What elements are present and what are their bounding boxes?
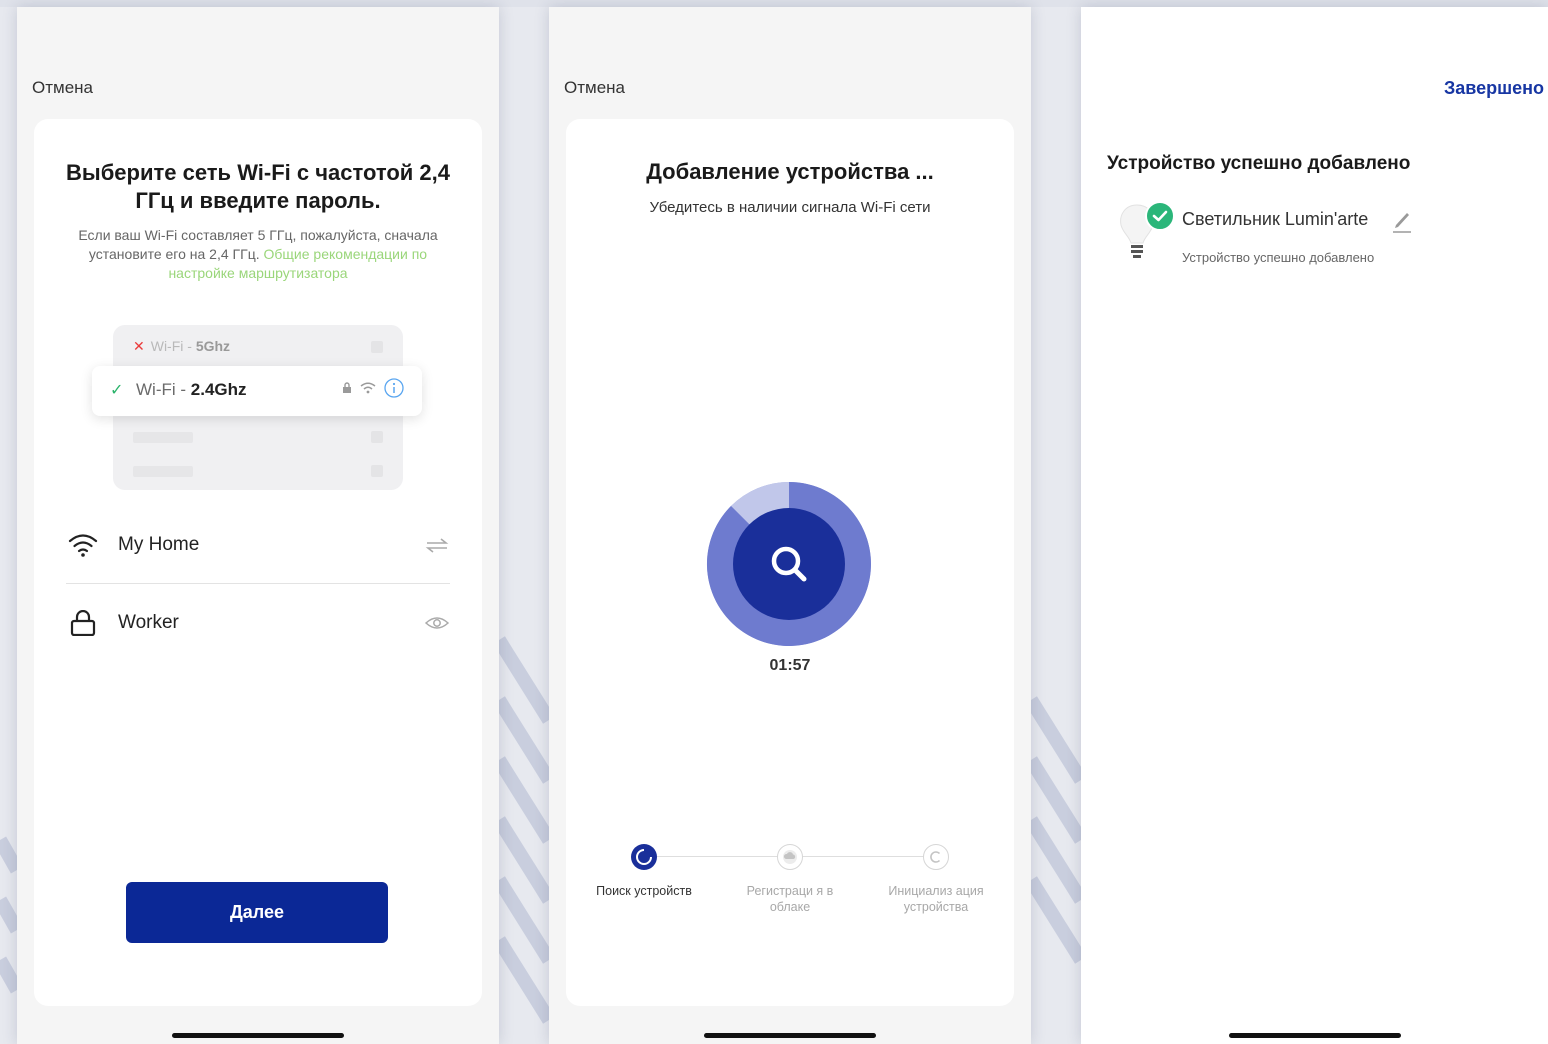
cancel-button[interactable]: Отмена bbox=[32, 78, 93, 98]
countdown-timer: 01:57 bbox=[769, 657, 811, 674]
page-title: Выберите сеть Wi-Fi с частотой 2,4 ГГц и… bbox=[66, 160, 450, 213]
wifi-24ghz-row: ✓ Wi-Fi - 2.4Ghz bbox=[92, 366, 422, 416]
cloud-icon bbox=[783, 850, 797, 864]
password-value: Worker bbox=[118, 612, 179, 633]
wifi-signal-icon bbox=[360, 382, 376, 394]
success-check-icon bbox=[1145, 201, 1175, 231]
cancel-button[interactable]: Отмена bbox=[564, 78, 625, 98]
placeholder-square bbox=[371, 465, 383, 477]
loading-icon bbox=[636, 849, 652, 865]
wifi-24ghz-prefix: Wi-Fi - bbox=[136, 380, 191, 399]
wifi-setup-card: Выберите сеть Wi-Fi с частотой 2,4 ГГц и… bbox=[34, 119, 482, 1006]
page-title: Добавление устройства ... bbox=[646, 159, 934, 184]
placeholder-bar bbox=[133, 432, 193, 443]
device-status: Устройство успешно добавлено bbox=[1182, 250, 1375, 265]
edit-icon[interactable] bbox=[1391, 208, 1413, 234]
wifi-24ghz-band: 2.4Ghz bbox=[190, 380, 247, 399]
init-icon bbox=[930, 851, 941, 863]
cross-icon: ✕ bbox=[133, 338, 145, 354]
network-icons bbox=[342, 378, 404, 398]
home-indicator bbox=[704, 1033, 876, 1038]
device-search-screen: Отмена Добавление устройства ... Убедите… bbox=[549, 7, 1031, 1044]
step-1-label: Поиск устройств bbox=[596, 884, 692, 898]
step-2-indicator bbox=[777, 844, 803, 870]
wifi-setup-screen: Отмена Выберите сеть Wi-Fi с частотой 2,… bbox=[17, 7, 499, 1044]
home-indicator bbox=[172, 1033, 344, 1038]
home-indicator bbox=[1228, 1033, 1401, 1038]
placeholder-square bbox=[371, 431, 383, 443]
search-spinner bbox=[706, 482, 871, 646]
info-icon bbox=[384, 378, 404, 398]
password-field[interactable]: Worker bbox=[66, 593, 450, 653]
wifi-hint: Убедитесь в наличии сигнала Wi-Fi сети bbox=[649, 199, 931, 216]
placeholder-square bbox=[371, 341, 383, 353]
wifi-5ghz-row: ✕ Wi-Fi - 5Ghz bbox=[133, 338, 230, 355]
done-button[interactable]: Завершено bbox=[1444, 78, 1544, 99]
wifi-5ghz-band: 5Ghz bbox=[195, 338, 231, 354]
step-2-label: Регистраци я в облаке bbox=[746, 884, 834, 914]
wifi-description: Если ваш Wi-Fi составляет 5 ГГц, пожалуй… bbox=[54, 226, 462, 283]
step-3-indicator bbox=[923, 844, 949, 870]
device-search-card: Добавление устройства ... Убедитесь в на… bbox=[566, 119, 1014, 1006]
checkmark-icon: ✓ bbox=[110, 382, 124, 399]
placeholder-bar bbox=[133, 466, 193, 477]
device-name: Светильник Lumin'arte bbox=[1182, 209, 1369, 229]
step-1-indicator bbox=[631, 844, 657, 870]
step-3-label: Инициализ ация устройства bbox=[888, 884, 984, 914]
wifi-24ghz-label: Wi-Fi - 2.4Ghz bbox=[136, 380, 247, 400]
lock-icon bbox=[343, 382, 351, 393]
wifi-icon bbox=[68, 534, 98, 557]
device-added-screen: Завершено Устройство успешно добавлено С… bbox=[1081, 7, 1548, 1044]
eye-icon[interactable] bbox=[424, 612, 450, 634]
wifi-5ghz-prefix: Wi-Fi - bbox=[150, 338, 196, 354]
next-button[interactable]: Далее bbox=[126, 882, 388, 943]
page-title: Устройство успешно добавлено bbox=[1107, 153, 1411, 174]
lock-icon bbox=[70, 610, 96, 636]
switch-network-icon[interactable] bbox=[424, 534, 450, 556]
field-divider bbox=[66, 583, 450, 584]
network-field[interactable]: My Home bbox=[66, 515, 450, 575]
network-name: My Home bbox=[118, 534, 200, 555]
